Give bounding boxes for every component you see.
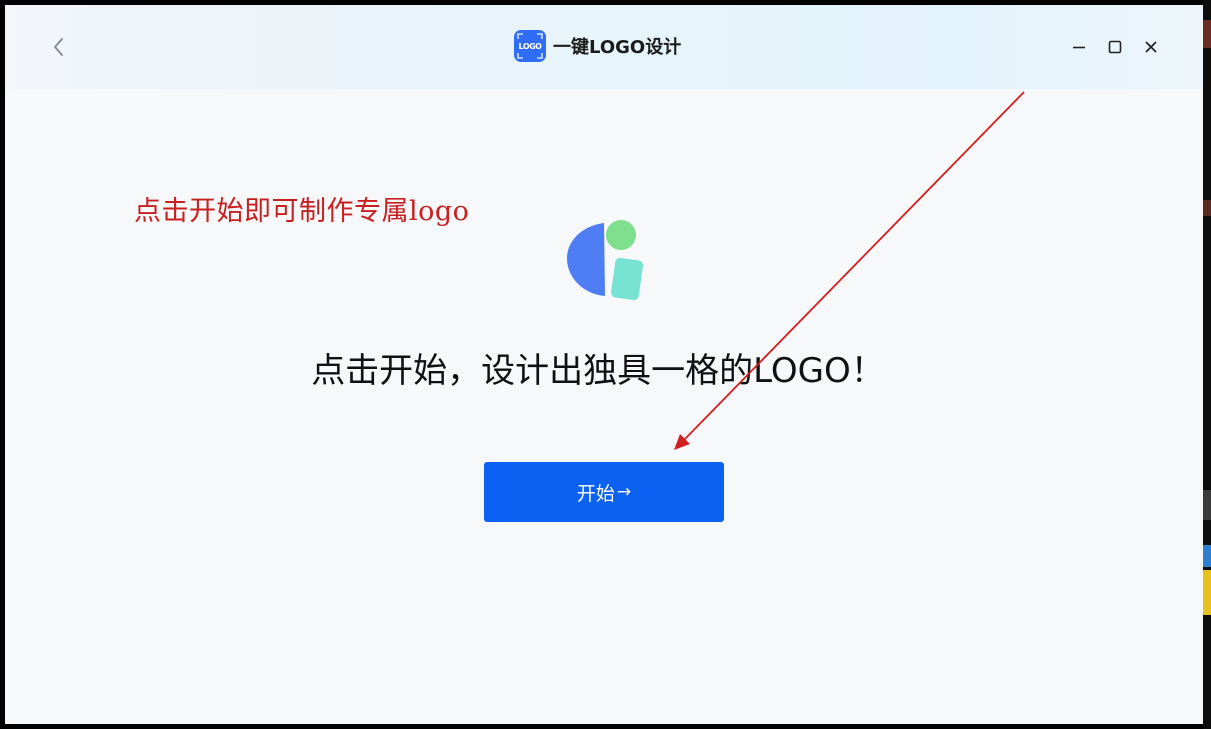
desktop-edge-mark xyxy=(1203,20,1211,48)
arrow-right-icon: → xyxy=(616,482,632,502)
headline: 点击开始，设计出独具一格的LOGO！ xyxy=(311,351,885,391)
start-button[interactable]: 开始 → xyxy=(484,462,724,522)
annotation-text: 点击开始即可制作专属logo xyxy=(134,196,470,227)
back-button[interactable] xyxy=(45,33,73,61)
desktop-edge-mark xyxy=(1203,200,1211,216)
desktop-edge xyxy=(1203,0,1211,729)
window-title: 一键LOGO设计 xyxy=(553,37,682,58)
app-logo-text: LOGO xyxy=(518,41,542,51)
minimize-button[interactable] xyxy=(1067,35,1091,59)
minimize-icon xyxy=(1073,46,1085,49)
maximize-icon xyxy=(1108,40,1122,54)
screen: LOGO 一键LOGO设计 点击开始即可制作专属logo 点击开始，设计出独具一… xyxy=(0,0,1211,729)
title-bar: LOGO 一键LOGO设计 xyxy=(5,5,1203,89)
close-button[interactable] xyxy=(1139,35,1163,59)
brand-illustration-icon xyxy=(566,220,644,301)
window-title-group: LOGO 一键LOGO设计 xyxy=(514,29,681,63)
desktop-edge-mark xyxy=(1203,545,1211,567)
maximize-button[interactable] xyxy=(1103,35,1127,59)
app-window: LOGO 一键LOGO设计 点击开始即可制作专属logo 点击开始，设计出独具一… xyxy=(5,5,1203,724)
close-icon xyxy=(1145,41,1157,53)
desktop-edge-mark xyxy=(1203,570,1211,615)
app-logo-icon: LOGO xyxy=(514,30,546,62)
start-button-label: 开始 xyxy=(576,482,615,505)
chevron-left-icon xyxy=(54,38,63,56)
desktop-edge-mark xyxy=(1203,490,1211,520)
